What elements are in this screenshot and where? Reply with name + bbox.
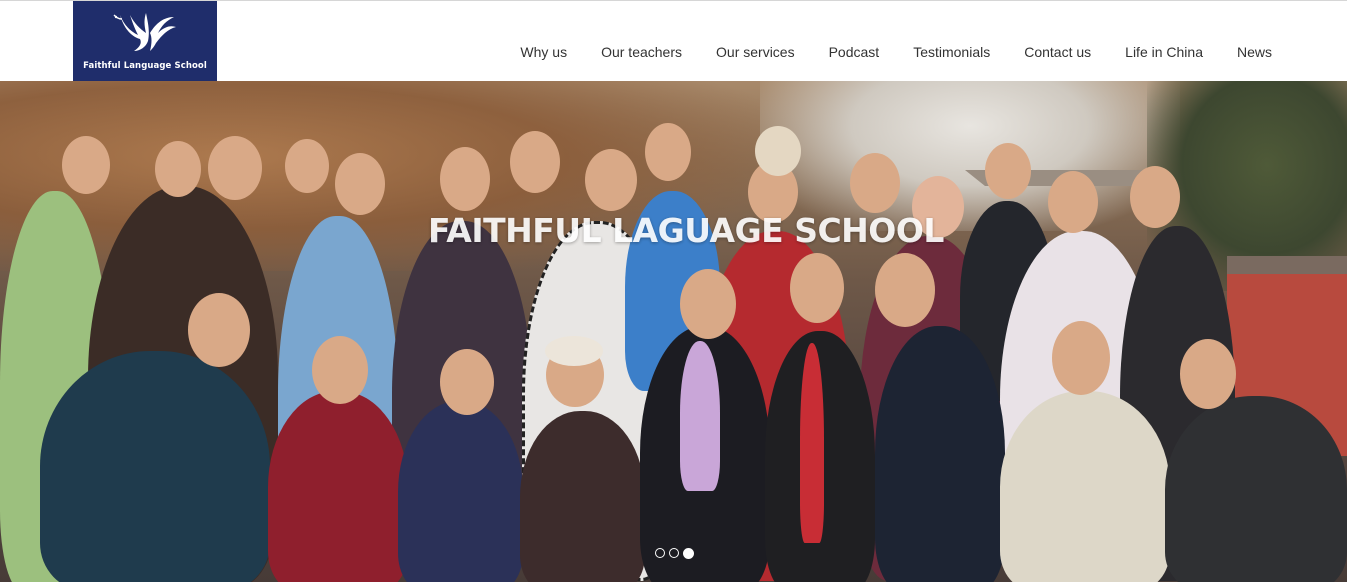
nav-news[interactable]: News xyxy=(1237,24,1272,60)
logo-link[interactable]: Faithful Language School xyxy=(73,1,217,82)
nav-life-in-china[interactable]: Life in China xyxy=(1125,24,1203,60)
nav-our-services[interactable]: Our services xyxy=(716,24,795,60)
bird-wings-logo-icon xyxy=(113,13,176,51)
site-header: Faithful Language School Why us Our teac… xyxy=(0,0,1347,82)
slider-dot-2[interactable] xyxy=(668,548,679,558)
hero-title: FAITHFUL LAGUAGE SCHOOL xyxy=(428,211,944,250)
hero-slider: FAITHFUL LAGUAGE SCHOOL xyxy=(0,81,1347,582)
nav-our-teachers[interactable]: Our teachers xyxy=(601,24,682,60)
nav-why-us[interactable]: Why us xyxy=(520,24,567,60)
hero-background-sky xyxy=(760,81,1180,231)
page: Faithful Language School Why us Our teac… xyxy=(0,0,1347,582)
logo-text: Faithful Language School xyxy=(83,61,207,71)
nav-testimonials[interactable]: Testimonials xyxy=(913,24,990,60)
main-nav: Why us Our teachers Our services Podcast… xyxy=(486,1,1272,82)
slider-dot-1[interactable] xyxy=(654,548,665,558)
nav-podcast[interactable]: Podcast xyxy=(829,24,880,60)
slider-pagination xyxy=(0,548,1347,559)
slider-dot-3[interactable] xyxy=(682,548,694,559)
nav-contact-us[interactable]: Contact us xyxy=(1024,24,1091,60)
